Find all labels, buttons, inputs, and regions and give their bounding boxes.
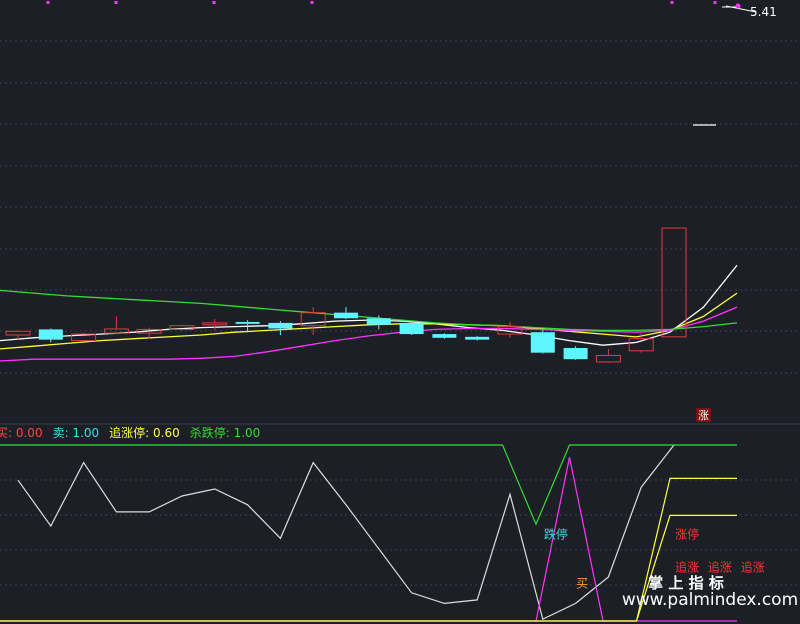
signal-label: 涨停 [675, 526, 699, 541]
candle [268, 321, 293, 335]
signal-label: 买 [576, 577, 588, 591]
top-mark [212, 1, 216, 4]
candle [71, 332, 97, 342]
price-label: 5.41 [750, 5, 777, 19]
stock-chart: 5.41 涨 买: 0.00 卖: 1.00 追涨停: 0.60 杀跌停: 1.00 … [0, 1, 800, 622]
svg-text:涨: 涨 [698, 409, 709, 422]
candle [595, 348, 621, 363]
candle [399, 321, 424, 335]
candle [202, 319, 228, 331]
indicator-legend: 买: 0.00 卖: 1.00 追涨停: 0.60 杀跌停: 1.00 [0, 425, 260, 440]
top-mark [46, 1, 50, 4]
limit-up-badge: 涨 [696, 408, 711, 422]
signal-label: 跌停 [544, 526, 568, 541]
candle [38, 328, 63, 343]
top-mark [670, 1, 674, 4]
top-marks [46, 1, 717, 4]
candle [432, 333, 457, 339]
candle [661, 227, 687, 338]
candle [334, 307, 358, 320]
top-mark [310, 1, 314, 4]
top-mark [713, 1, 717, 4]
price-marker: 5.41 [722, 3, 777, 19]
signal-label: 追涨 [675, 560, 699, 575]
legend-item: 杀跌停: 1.00 [190, 425, 261, 440]
signal-label: 追涨 [741, 560, 765, 575]
indicator-line-1 [17, 444, 675, 621]
candle [530, 329, 555, 354]
signal-label: 追涨 [708, 560, 732, 575]
top-mark [114, 1, 118, 4]
candle [465, 335, 490, 341]
grid [0, 40, 800, 586]
legend-item: 卖: 1.00 [53, 426, 100, 440]
watermark: 掌 上 指 标 www.palmindex.com [622, 574, 798, 610]
candle [563, 346, 588, 361]
indicator-line-2 [0, 444, 737, 526]
watermark-url: www.palmindex.com [622, 590, 798, 610]
legend-item: 买: 0.00 [0, 426, 43, 440]
legend-item: 追涨停: 0.60 [109, 425, 180, 440]
moving-averages [0, 264, 738, 362]
